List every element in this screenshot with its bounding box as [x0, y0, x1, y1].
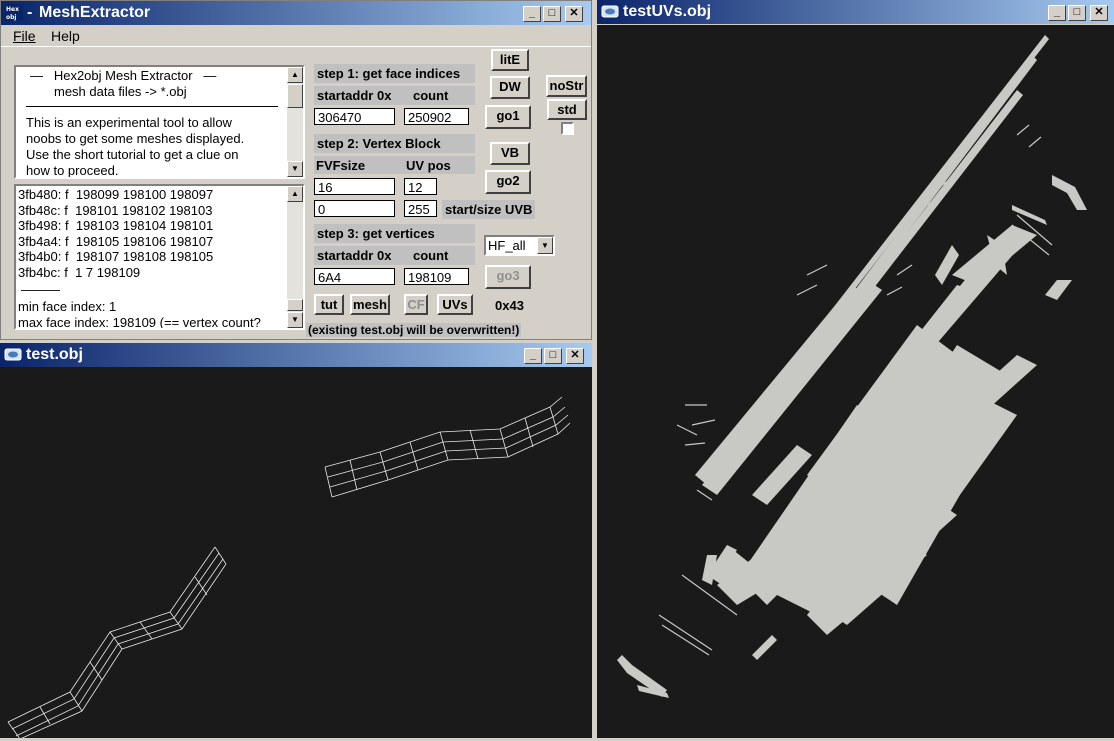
step3-count-label: count: [413, 248, 449, 263]
title-bar[interactable]: testUVs.obj _ □ ✕: [597, 0, 1114, 24]
log-line: 3fb4a4: f 198105 198106 198107: [18, 233, 214, 249]
info-text-line: how to proceed.: [26, 163, 119, 178]
mesh-button[interactable]: mesh: [350, 294, 390, 315]
svg-text:obj: obj: [6, 14, 16, 21]
info-divider: [26, 106, 278, 107]
std-button[interactable]: std: [547, 99, 587, 120]
info-text-line: This is an experimental tool to allow: [26, 115, 232, 130]
uvb-label: start/size UVB: [442, 200, 536, 219]
uvpos-label: UV pos: [406, 158, 451, 173]
step3-startaddr-label: startaddr 0x: [314, 246, 475, 265]
info-title-line: — Hex2obj Mesh Extractor —: [30, 68, 217, 83]
maximize-button[interactable]: □: [543, 6, 561, 22]
maximize-button[interactable]: □: [1068, 5, 1086, 21]
uvb-start-input[interactable]: 0: [314, 200, 395, 217]
info-subtitle-line: mesh data files -> *.obj: [54, 84, 187, 99]
uvs-button[interactable]: UVs: [437, 294, 473, 315]
test-obj-window: test.obj _ □ ✕: [0, 343, 592, 740]
viewer-app-icon: [601, 5, 619, 18]
scroll-thumb[interactable]: [287, 299, 303, 311]
log-line: 3fb4bc: f 1 7 198109: [18, 264, 141, 280]
scroll-thumb[interactable]: [287, 84, 303, 108]
dw-button[interactable]: DW: [490, 76, 530, 99]
info-text-line: noobs to get some meshes displayed.: [26, 131, 245, 146]
log-line: 3fb498: f 198103 198104 198101: [18, 218, 214, 233]
menu-help[interactable]: Help: [51, 28, 80, 44]
info-scrollbar[interactable]: ▲ ▼: [287, 67, 303, 177]
minimize-button[interactable]: _: [524, 348, 542, 364]
dropdown-value: HF_all: [488, 238, 526, 253]
close-button[interactable]: ✕: [566, 348, 584, 364]
uv-viewport[interactable]: [597, 25, 1114, 738]
step1-startaddr-label: startaddr 0x: [314, 86, 475, 105]
chevron-down-icon[interactable]: ▼: [537, 237, 553, 254]
scroll-down-arrow-icon[interactable]: ▼: [287, 312, 303, 328]
step3-startaddr-input[interactable]: 6A4: [314, 268, 395, 285]
close-button[interactable]: ✕: [565, 6, 583, 22]
step3-label: step 3: get vertices: [314, 224, 475, 243]
vb-button[interactable]: VB: [490, 142, 530, 165]
minimize-button[interactable]: _: [523, 6, 541, 22]
scroll-up-arrow-icon[interactable]: ▲: [287, 186, 303, 202]
scroll-down-arrow-icon[interactable]: ▼: [287, 161, 303, 177]
step1-label: step 1: get face indices: [314, 64, 475, 83]
scroll-up-arrow-icon[interactable]: ▲: [287, 67, 303, 83]
lite-button[interactable]: litE: [491, 49, 529, 71]
mode-dropdown[interactable]: HF_all ▼: [484, 235, 555, 256]
info-textbox[interactable]: — Hex2obj Mesh Extractor — mesh data fil…: [14, 65, 305, 179]
uvpos-input[interactable]: 12: [404, 178, 437, 195]
mesh-extractor-window: Hex obj - MeshExtractor _ □ ✕ File Help —…: [0, 0, 592, 340]
step1-count-input[interactable]: 250902: [404, 108, 469, 125]
minimize-button[interactable]: _: [1048, 5, 1066, 21]
log-scrollbar[interactable]: ▲ ▼: [287, 186, 303, 328]
uvb-size-input[interactable]: 255: [404, 200, 437, 217]
window-title: testUVs.obj: [623, 3, 712, 20]
mesh-viewport[interactable]: [0, 367, 592, 740]
title-bar[interactable]: test.obj _ □ ✕: [0, 343, 592, 367]
window-title: test.obj: [26, 346, 83, 363]
step1-startaddr-input[interactable]: 306470: [314, 108, 395, 125]
log-line: max face index: 198109 (== vertex count?: [18, 314, 261, 330]
log-line: min face index: 1: [18, 299, 117, 314]
uv-layout: [617, 35, 1087, 698]
fvfsize-input[interactable]: 16: [314, 178, 395, 195]
close-button[interactable]: ✕: [1090, 5, 1108, 21]
menu-file[interactable]: File: [13, 28, 36, 44]
cf-button[interactable]: CF: [404, 294, 428, 315]
step1-count-label: count: [413, 88, 449, 103]
tut-button[interactable]: tut: [314, 294, 344, 315]
svg-text:Hex: Hex: [6, 6, 19, 13]
hex-readout: 0x43: [495, 298, 524, 313]
menu-bar: File Help: [1, 25, 591, 47]
log-line: 3fb48c: f 198101 198102 198103: [18, 202, 213, 218]
go3-button[interactable]: go3: [485, 265, 531, 289]
step3-count-input[interactable]: 198109: [404, 268, 469, 285]
overwrite-warning: (existing test.obj will be overwritten!): [306, 323, 522, 337]
window-title: MeshExtractor: [39, 4, 151, 21]
title-bar[interactable]: Hex obj - MeshExtractor _ □ ✕: [1, 1, 591, 25]
test-uvs-window: testUVs.obj _ □ ✕: [597, 0, 1114, 738]
maximize-button[interactable]: □: [544, 348, 562, 364]
log-line: 3fb480: f 198099 198100 198097: [18, 187, 214, 202]
nostr-button[interactable]: noStr: [546, 75, 587, 97]
log-line: 3fb4b0: f 198107 198108 198105: [18, 249, 214, 264]
mesh-wireframe: [7, 396, 571, 740]
fvfsize-label: FVFsize: [316, 158, 366, 173]
hex2obj-app-icon: Hexobj: [5, 4, 23, 21]
viewer-app-icon: [4, 348, 22, 361]
title-separator: -: [27, 4, 33, 21]
log-separator: ———: [21, 282, 60, 297]
log-textbox[interactable]: 3fb480: f 198099 198100 198097 3fb48c: f…: [14, 184, 305, 330]
info-text-line: Use the short tutorial to get a clue on: [26, 147, 239, 162]
go2-button[interactable]: go2: [485, 170, 531, 194]
go1-button[interactable]: go1: [485, 105, 531, 129]
step2-label: step 2: Vertex Block: [314, 134, 475, 153]
std-checkbox[interactable]: [561, 122, 574, 135]
